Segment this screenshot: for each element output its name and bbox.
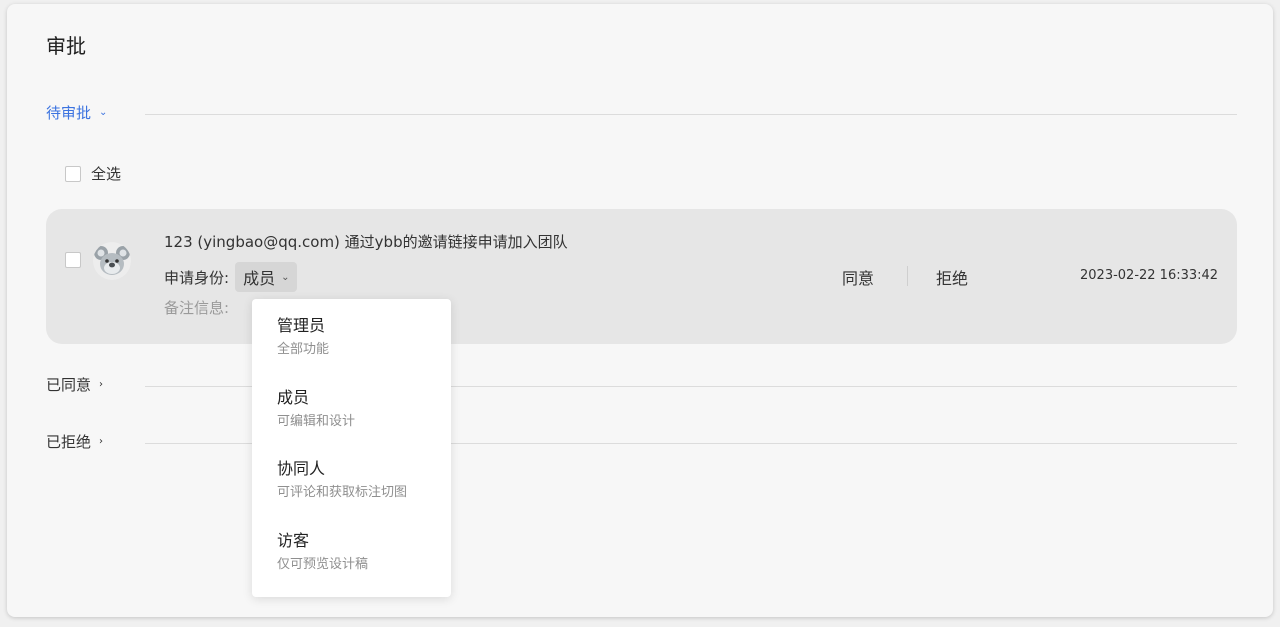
select-all[interactable]: 全选 [65,163,121,184]
role-option-title: 访客 [277,531,310,550]
role-option-desc: 全部功能 [277,342,330,357]
section-rejected-label: 已拒绝 [46,432,92,451]
action-divider [907,266,908,286]
role-label: 申请身份: [164,268,230,287]
role-option-title: 协同人 [277,459,326,478]
role-option-guest[interactable]: 访客 仅可预览设计稿 [277,531,368,572]
request-checkbox[interactable] [65,252,81,268]
reject-button[interactable]: 拒绝 [936,265,968,289]
page-title: 审批 [46,34,86,58]
chevron-down-icon: ⌄ [281,271,290,283]
avatar [93,242,131,280]
request-timestamp: 2023-02-22 16:33:42 [1080,268,1219,283]
note-label: 备注信息: [164,299,230,317]
role-option-admin[interactable]: 管理员 全部功能 [277,316,329,357]
approve-button[interactable]: 同意 [842,265,874,289]
role-dropdown: 管理员 全部功能 成员 可编辑和设计 协同人 可评论和获取标注切图 访客 仅可预… [252,299,451,597]
section-rejected-toggle[interactable]: 已拒绝 › [46,431,103,451]
koala-avatar-icon [93,242,131,280]
chevron-right-icon: › [99,435,104,447]
role-option-desc: 可编辑和设计 [277,414,356,429]
select-all-checkbox[interactable] [65,165,81,182]
section-divider [145,114,1237,115]
role-select-value: 成员 [243,269,276,288]
role-option-member[interactable]: 成员 可编辑和设计 [277,388,355,429]
role-option-title: 管理员 [277,316,326,335]
request-description: 123 (yingbao@qq.com) 通过ybb的邀请链接申请加入团队 [164,233,568,251]
role-select[interactable]: 成员 ⌄ [235,262,298,292]
role-option-title: 成员 [277,388,310,407]
role-option-desc: 可评论和获取标注切图 [277,485,408,500]
chevron-right-icon: › [99,378,104,390]
role-option-collaborator[interactable]: 协同人 可评论和获取标注切图 [277,459,407,500]
role-option-desc: 仅可预览设计稿 [277,557,369,572]
section-pending-toggle[interactable]: 待审批 ⌄ [46,102,107,122]
section-approved-label: 已同意 [46,375,92,394]
section-pending-label: 待审批 [46,103,92,122]
chevron-down-icon: ⌄ [99,106,108,118]
role-line: 申请身份: 成员 ⌄ [164,262,298,292]
request-item: 123 (yingbao@qq.com) 通过ybb的邀请链接申请加入团队 申请… [46,209,1237,344]
select-all-label: 全选 [91,165,122,183]
section-approved-toggle[interactable]: 已同意 › [46,374,103,394]
